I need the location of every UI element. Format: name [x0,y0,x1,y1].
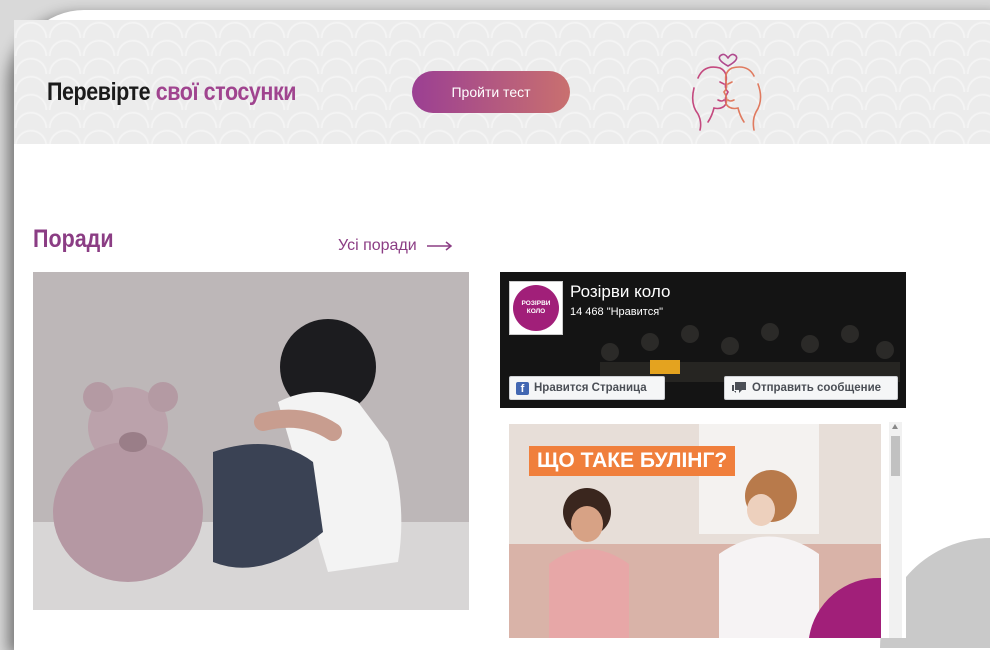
facebook-page-name[interactable]: Розірви коло [570,282,670,302]
relationship-test-banner: Перевірте свої стосунки Пройти тест [14,20,990,144]
send-message-label: Отправить сообщение [752,382,882,394]
widget-scrollbar[interactable] [889,422,902,638]
all-tips-link[interactable]: Усі поради [338,237,453,255]
banner-title-plain: Перевірте [47,78,156,106]
like-page-label: Нравится Страница [534,382,647,394]
tip-article-photo[interactable] [33,272,469,610]
take-test-button[interactable]: Пройти тест [412,71,570,113]
facebook-post-image[interactable]: ЩО ТАКЕ БУЛІНГ? [509,424,881,638]
facebook-page-logo[interactable]: РОЗІРВИ КОЛО [509,281,563,335]
send-message-button[interactable]: Отправить сообщение [724,376,898,400]
logo-line1: РОЗІРВИ [521,300,551,307]
like-page-button[interactable]: f Нравится Страница [509,376,665,400]
facebook-icon: f [516,381,529,395]
all-tips-label: Усі поради [338,237,417,254]
arrow-right-icon [426,241,452,251]
banner-title: Перевірте свої стосунки [47,78,297,107]
couple-illustration-icon [691,53,762,131]
banner-title-accent: свої стосунки [155,78,297,106]
facebook-likes-count: 14 468 "Нравится" [570,306,664,318]
scroll-thumb[interactable] [891,436,900,476]
logo-disc: РОЗІРВИ КОЛО [513,285,559,331]
scroll-up-icon[interactable] [892,424,898,429]
message-icon [732,382,746,393]
tips-heading: Поради [33,225,114,253]
facebook-page-widget: РОЗІРВИ КОЛО Розірви коло 14 468 "Нравит… [500,272,906,638]
logo-line2: КОЛО [526,308,546,315]
sad-child-photo [33,272,469,610]
facebook-cover: РОЗІРВИ КОЛО Розірви коло 14 468 "Нравит… [500,272,906,408]
post-badge: ЩО ТАКЕ БУЛІНГ? [529,446,736,476]
